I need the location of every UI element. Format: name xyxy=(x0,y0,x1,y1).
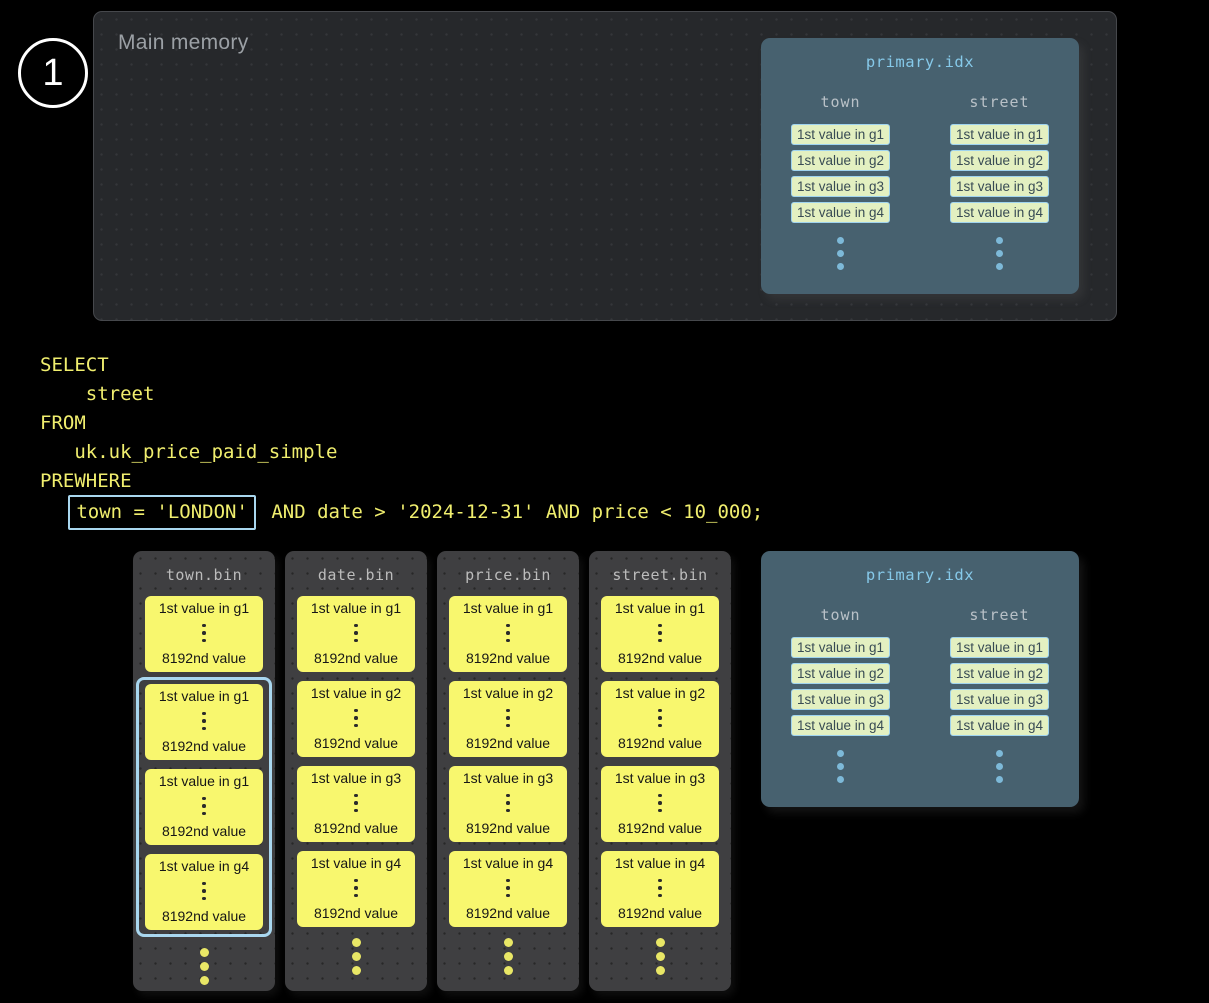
sql-line-from: FROM xyxy=(40,409,763,438)
index-entry: 1st value in g3 xyxy=(791,176,890,197)
ellipsis-dots xyxy=(354,794,358,813)
primary-idx-title: primary.idx xyxy=(761,38,1079,71)
date-bin-title: date.bin xyxy=(285,551,427,584)
street-bin-card: street.bin 1st value in g1 8192nd value … xyxy=(589,551,731,991)
street-column-header: street xyxy=(969,606,1029,624)
index-entry: 1st value in g2 xyxy=(950,150,1049,171)
index-entry: 1st value in g1 xyxy=(950,637,1049,658)
street-bin-title: street.bin xyxy=(589,551,731,584)
primary-idx-street-column: street 1st value in g1 1st value in g2 1… xyxy=(920,606,1079,783)
granule-block: 1st value in g2 8192nd value xyxy=(449,681,567,757)
ellipsis-dots xyxy=(354,709,358,728)
ellipsis-dots xyxy=(354,879,358,898)
primary-idx-title: primary.idx xyxy=(761,551,1079,584)
sql-line-table: uk.uk_price_paid_simple xyxy=(40,438,763,467)
granule-block: 1st value in g2 8192nd value xyxy=(601,681,719,757)
step-1-badge: 1 xyxy=(18,38,88,108)
index-entry: 1st value in g3 xyxy=(950,689,1049,710)
granule-block: 1st value in g1 8192nd value xyxy=(145,769,263,845)
town-predicate-highlight: town = 'LONDON' xyxy=(68,495,256,530)
predicate-rest: AND date > '2024-12-31' AND price < 10_0… xyxy=(260,501,763,523)
granule-block: 1st value in g4 8192nd value xyxy=(601,851,719,927)
ellipsis-dots xyxy=(996,237,1003,270)
step-number: 1 xyxy=(42,52,63,95)
ellipsis-dots xyxy=(506,879,510,898)
date-bin-blocks: 1st value in g1 8192nd value 1st value i… xyxy=(285,596,427,927)
index-entry: 1st value in g2 xyxy=(791,150,890,171)
town-bin-title: town.bin xyxy=(133,551,275,584)
index-entry: 1st value in g3 xyxy=(791,689,890,710)
primary-idx-card-memory: primary.idx town 1st value in g1 1st val… xyxy=(761,38,1079,294)
sql-line-street: street xyxy=(40,380,763,409)
primary-idx-columns: town 1st value in g1 1st value in g2 1st… xyxy=(761,93,1079,270)
ellipsis-dots xyxy=(658,709,662,728)
granule-block: 1st value in g1 8192nd value xyxy=(297,596,415,672)
price-bin-card: price.bin 1st value in g1 8192nd value 1… xyxy=(437,551,579,991)
ellipsis-dots xyxy=(202,712,206,731)
index-entry: 1st value in g2 xyxy=(791,663,890,684)
sql-line-prewhere: PREWHERE xyxy=(40,467,763,496)
index-entry: 1st value in g1 xyxy=(791,124,890,145)
granule-block: 1st value in g1 8192nd value xyxy=(601,596,719,672)
street-bin-blocks: 1st value in g1 8192nd value 1st value i… xyxy=(589,596,731,927)
ellipsis-dots xyxy=(837,237,844,270)
primary-idx-town-column: town 1st value in g1 1st value in g2 1st… xyxy=(761,606,920,783)
ellipsis-dots xyxy=(506,709,510,728)
index-entry: 1st value in g4 xyxy=(791,715,890,736)
granule-block: 1st value in g3 8192nd value xyxy=(449,766,567,842)
granule-block: 1st value in g1 8192nd value xyxy=(145,596,263,672)
town-column-header: town xyxy=(820,606,860,624)
street-index-entries: 1st value in g1 1st value in g2 1st valu… xyxy=(950,124,1049,223)
index-entry: 1st value in g2 xyxy=(950,663,1049,684)
town-index-entries: 1st value in g1 1st value in g2 1st valu… xyxy=(791,124,890,223)
main-memory-label: Main memory xyxy=(118,31,249,55)
index-entry: 1st value in g1 xyxy=(791,637,890,658)
ellipsis-dots xyxy=(202,797,206,816)
town-column-header: town xyxy=(820,93,860,111)
ellipsis-dots xyxy=(996,750,1003,783)
ellipsis-dots xyxy=(354,624,358,643)
sql-line-select: SELECT xyxy=(40,351,763,380)
price-bin-title: price.bin xyxy=(437,551,579,584)
index-entry: 1st value in g3 xyxy=(950,176,1049,197)
sql-line-predicates: town = 'LONDON' AND date > '2024-12-31' … xyxy=(40,496,763,529)
street-column-header: street xyxy=(969,93,1029,111)
index-entry: 1st value in g4 xyxy=(791,202,890,223)
granule-block: 1st value in g2 8192nd value xyxy=(297,681,415,757)
primary-idx-columns: town 1st value in g1 1st value in g2 1st… xyxy=(761,606,1079,783)
selected-granules-outline: 1st value in g1 8192nd value 1st value i… xyxy=(136,677,272,937)
ellipsis-dots xyxy=(133,948,275,985)
ellipsis-dots xyxy=(837,750,844,783)
ellipsis-dots xyxy=(506,624,510,643)
ellipsis-dots xyxy=(589,938,731,975)
town-bin-card: town.bin 1st value in g1 8192nd value 1s… xyxy=(133,551,275,991)
index-entry: 1st value in g4 xyxy=(950,715,1049,736)
granule-block: 1st value in g4 8192nd value xyxy=(297,851,415,927)
primary-idx-street-column: street 1st value in g1 1st value in g2 1… xyxy=(920,93,1079,270)
granule-block: 1st value in g4 8192nd value xyxy=(145,854,263,930)
sql-query: SELECT street FROM uk.uk_price_paid_simp… xyxy=(40,351,763,529)
primary-idx-card-disk: primary.idx town 1st value in g1 1st val… xyxy=(761,551,1079,807)
price-bin-blocks: 1st value in g1 8192nd value 1st value i… xyxy=(437,596,579,927)
street-index-entries: 1st value in g1 1st value in g2 1st valu… xyxy=(950,637,1049,736)
ellipsis-dots xyxy=(285,938,427,975)
ellipsis-dots xyxy=(658,624,662,643)
ellipsis-dots xyxy=(202,882,206,901)
granule-block: 1st value in g4 8192nd value xyxy=(449,851,567,927)
ellipsis-dots xyxy=(437,938,579,975)
granule-block: 1st value in g3 8192nd value xyxy=(601,766,719,842)
ellipsis-dots xyxy=(658,794,662,813)
town-index-entries: 1st value in g1 1st value in g2 1st valu… xyxy=(791,637,890,736)
ellipsis-dots xyxy=(658,879,662,898)
town-bin-blocks: 1st value in g1 8192nd value 1st value i… xyxy=(133,596,275,937)
index-entry: 1st value in g4 xyxy=(950,202,1049,223)
index-entry: 1st value in g1 xyxy=(950,124,1049,145)
date-bin-card: date.bin 1st value in g1 8192nd value 1s… xyxy=(285,551,427,991)
ellipsis-dots xyxy=(202,624,206,643)
granule-block: 1st value in g1 8192nd value xyxy=(449,596,567,672)
ellipsis-dots xyxy=(506,794,510,813)
granule-block: 1st value in g1 8192nd value xyxy=(145,684,263,760)
primary-idx-town-column: town 1st value in g1 1st value in g2 1st… xyxy=(761,93,920,270)
granule-block: 1st value in g3 8192nd value xyxy=(297,766,415,842)
